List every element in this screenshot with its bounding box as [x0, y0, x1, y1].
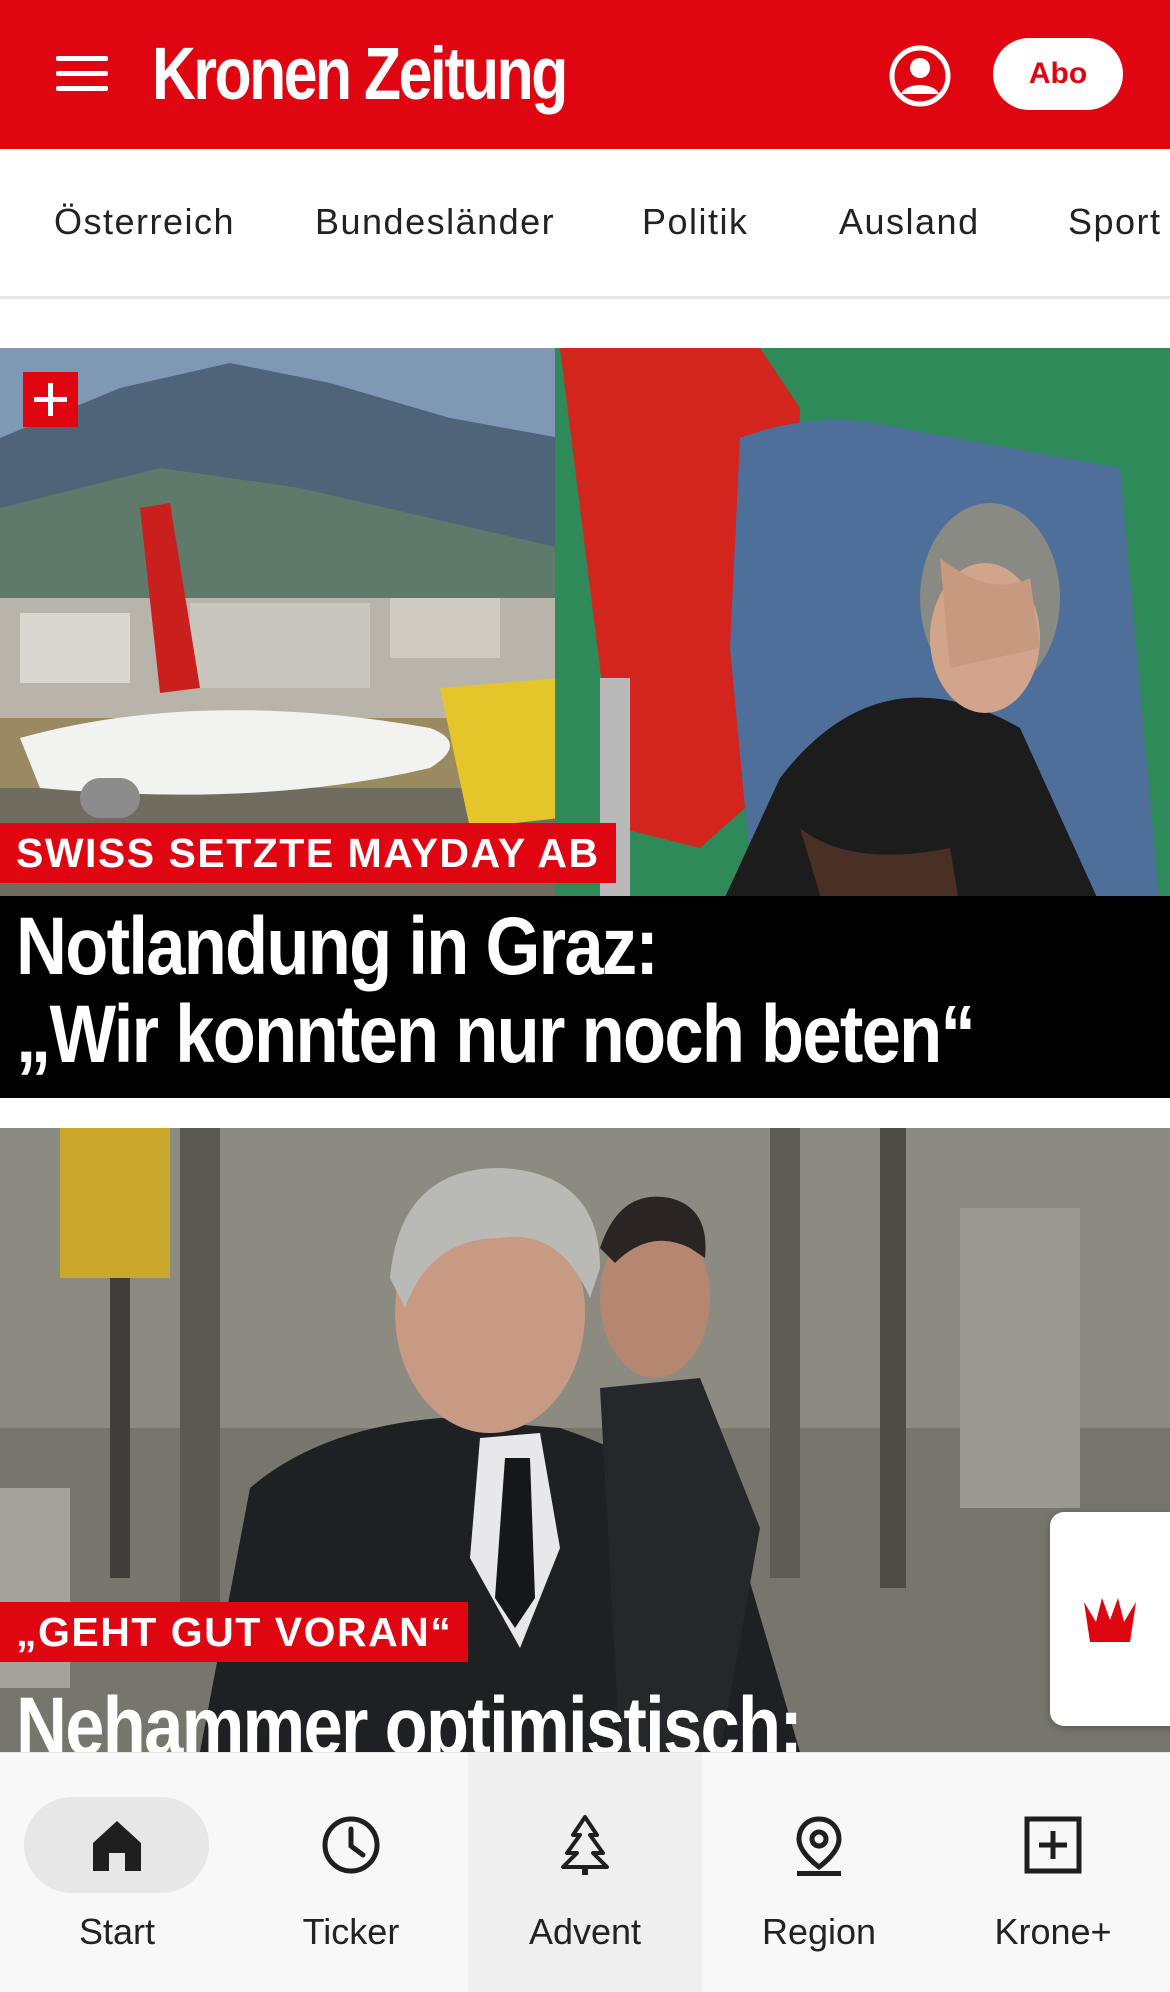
clock-icon — [322, 1816, 380, 1874]
bottom-nav-start[interactable]: Start — [0, 1753, 234, 1992]
plus-square-icon — [1024, 1816, 1082, 1874]
article-headline: Nehammer optimistisch: — [16, 1681, 803, 1753]
location-pin-icon — [796, 1816, 842, 1876]
article-kicker: „GEHT GUT VORAN“ — [0, 1602, 469, 1662]
bottom-nav-krone-plus[interactable]: Krone+ — [936, 1753, 1170, 1992]
bottom-nav-label: Advent — [528, 1911, 642, 1952]
article-card-nehammer[interactable]: „GEHT GUT VORAN“ Nehammer optimistisch: — [0, 1128, 1170, 1752]
bottom-nav-ticker[interactable]: Ticker — [234, 1753, 468, 1992]
christmas-tree-icon — [561, 1815, 609, 1875]
bottom-nav-label: Region — [761, 1911, 877, 1952]
nav-item-ausland[interactable]: Ausland — [839, 201, 980, 243]
bottom-nav-label: Krone+ — [994, 1911, 1112, 1952]
article-card-notlandung[interactable]: SWISS SETZTE MAYDAY AB Notlandung in Gra… — [0, 348, 1170, 1098]
bottom-navigation: Start Ticker Advent Region Krone+ — [0, 1752, 1170, 1992]
home-icon — [93, 1821, 141, 1871]
krone-plus-icon — [23, 372, 78, 427]
article-kicker: SWISS SETZTE MAYDAY AB — [0, 823, 616, 883]
nav-item-oesterreich[interactable]: Österreich — [54, 201, 235, 243]
nav-item-politik[interactable]: Politik — [642, 201, 749, 243]
app-header: Kronen Zeitung Abo — [0, 0, 1170, 149]
headline-line-1: Notlandung in Graz: — [16, 901, 659, 992]
bottom-nav-region[interactable]: Region — [702, 1753, 936, 1992]
headline-line-2: „Wir konnten nur noch beten“ — [16, 989, 976, 1080]
article-headline: Notlandung in Graz: „Wir konnten nur noc… — [16, 901, 976, 1080]
nav-item-bundeslaender[interactable]: Bundesländer — [315, 201, 555, 243]
bottom-nav-label: Start — [78, 1911, 156, 1952]
abo-button[interactable]: Abo — [993, 38, 1123, 110]
category-nav: Österreich Bundesländer Politik Ausland … — [0, 149, 1170, 299]
kronen-zeitung-logo[interactable]: Kronen Zeitung — [152, 34, 568, 114]
bottom-nav-advent[interactable]: Advent — [468, 1753, 702, 1992]
krone-crown-widget[interactable] — [1050, 1512, 1170, 1726]
user-account-icon[interactable] — [888, 44, 952, 108]
nav-item-sport[interactable]: Sport — [1068, 201, 1162, 243]
krone-crown-icon — [1084, 1598, 1136, 1642]
bottom-nav-label: Ticker — [302, 1911, 400, 1952]
hamburger-menu-icon[interactable] — [48, 52, 118, 98]
